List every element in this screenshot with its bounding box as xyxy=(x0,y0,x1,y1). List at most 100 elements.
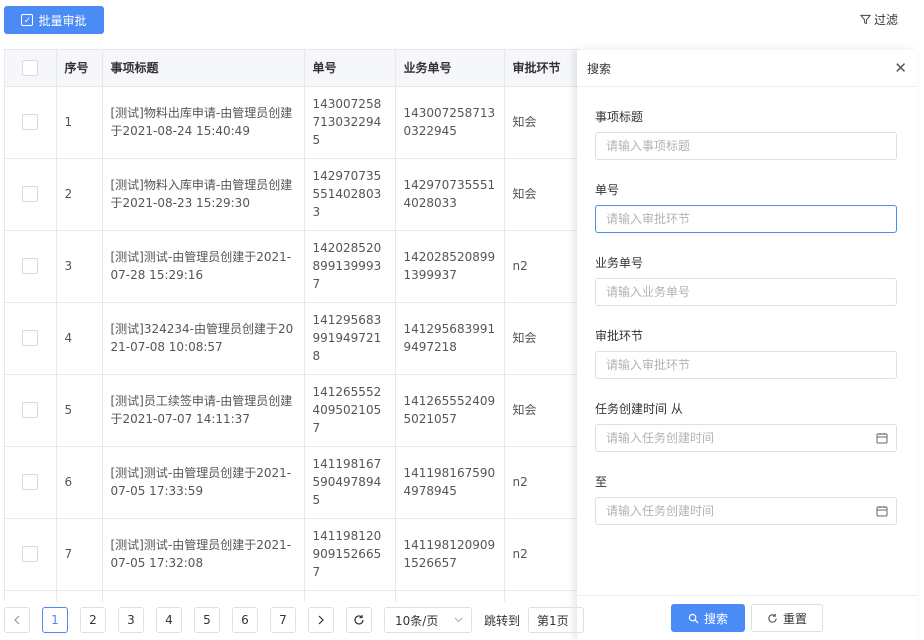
row-checkbox[interactable] xyxy=(22,330,39,346)
cell-biz-no: 1429707355514028033 xyxy=(395,158,505,231)
select-all-checkbox[interactable] xyxy=(22,59,39,76)
reset-button-label: 重置 xyxy=(782,611,807,626)
row-checkbox[interactable] xyxy=(22,546,39,562)
page-button-3[interactable]: 3 xyxy=(118,607,144,633)
created-to-input[interactable] xyxy=(595,497,897,525)
batch-approve-button[interactable]: ✓ 批量审批 xyxy=(4,6,104,34)
column-header-biz-no: 业务单号 xyxy=(395,50,505,87)
page-size-select[interactable]: 10条/页 xyxy=(384,607,472,633)
refresh-icon xyxy=(354,615,364,625)
cell-seq: 3 xyxy=(56,230,103,303)
close-icon[interactable]: ✕ xyxy=(894,60,907,76)
cell-title: [测试]物料入库申请-由管理员创建于2021-08-23 15:29:30 xyxy=(102,158,305,231)
filter-icon xyxy=(859,14,871,25)
cell-step: n2 xyxy=(504,230,579,303)
table-row[interactable]: 6 [测试]测试-由管理员创建于2021-07-05 17:33:59 1411… xyxy=(5,446,579,519)
cell-biz-no: 1412956839919497218 xyxy=(395,302,505,375)
page-button-4[interactable]: 4 xyxy=(156,607,182,633)
page-button-5[interactable]: 5 xyxy=(194,607,220,633)
table-row[interactable]: 5 [测试]员工续签申请-由管理员创建于2021-07-07 14:11:37 … xyxy=(5,374,579,447)
cell-step: n2 xyxy=(504,518,579,591)
row-checkbox[interactable] xyxy=(22,474,39,490)
page-button-1[interactable]: 1 xyxy=(42,607,68,633)
cell-no: 1430072587130322945 xyxy=(304,86,396,159)
page-button-7[interactable]: 7 xyxy=(270,607,296,633)
jump-page-input[interactable]: 第1页 xyxy=(528,607,585,633)
cell-step: 知会 xyxy=(504,86,579,159)
cell-title: [测试]员工续签申请-由管理员创建于2021-07-07 14:11:37 xyxy=(102,374,305,447)
table-row[interactable]: 7 [测试]测试-由管理员创建于2021-07-05 17:32:08 1411… xyxy=(5,518,579,591)
page-size-value: 10条/页 xyxy=(395,613,439,628)
cell-no: 1429707355514028033 xyxy=(304,158,396,231)
search-form: 事项标题 单号 业务单号 审批环节 任务创建时间 从 至 xyxy=(577,108,917,525)
step-field-label: 审批环节 xyxy=(595,329,644,343)
cell-biz-no: 1412655524095021057 xyxy=(395,374,505,447)
cell-seq: 5 xyxy=(56,374,103,447)
column-header-no: 单号 xyxy=(304,50,396,87)
table-row[interactable]: 2 [测试]物料入库申请-由管理员创建于2021-08-23 15:29:30 … xyxy=(5,158,579,231)
prev-page-button[interactable] xyxy=(4,607,30,633)
cell-step: 知会 xyxy=(504,374,579,447)
calendar-icon[interactable] xyxy=(876,505,888,517)
cell-step: 知会 xyxy=(504,158,579,231)
cell-title: [测试]测试-由管理员创建于2021-07-05 17:33:59 xyxy=(102,446,305,519)
cell-step: n2 xyxy=(504,446,579,519)
column-header-step: 审批环节 xyxy=(504,50,579,87)
table-row[interactable]: 4 [测试]324234-由管理员创建于2021-07-08 10:08:57 … xyxy=(5,302,579,375)
chevron-left-icon xyxy=(14,615,20,625)
search-panel: 搜索 ✕ 事项标题 单号 业务单号 审批环节 任务创建时间 从 至 搜索 重置 xyxy=(577,50,917,640)
cell-title: [测试]测试-由管理员创建于2021-07-28 15:29:16 xyxy=(102,230,305,303)
pagination: 1 2 3 4 5 6 7 10条/页 跳转到 第1页 xyxy=(4,606,585,634)
created-from-input[interactable] xyxy=(595,424,897,452)
table-row[interactable] xyxy=(5,590,579,602)
cell-no: 1420285208991399937 xyxy=(304,230,396,303)
created-from-label: 任务创建时间 从 xyxy=(595,402,683,416)
reset-button[interactable]: 重置 xyxy=(751,604,823,632)
cell-seq: 1 xyxy=(56,86,103,159)
cell-title: [测试]324234-由管理员创建于2021-07-08 10:08:57 xyxy=(102,302,305,375)
search-panel-header: 搜索 ✕ xyxy=(577,50,917,87)
page-button-6[interactable]: 6 xyxy=(232,607,258,633)
search-panel-footer: 搜索 重置 xyxy=(577,595,917,640)
table-row[interactable]: 3 [测试]测试-由管理员创建于2021-07-28 15:29:16 1420… xyxy=(5,230,579,303)
filter-button[interactable]: 过滤 xyxy=(859,11,898,28)
cell-title: [测试]测试-由管理员创建于2021-07-05 17:32:08 xyxy=(102,518,305,591)
cell-title: [测试]物料出库申请-由管理员创建于2021-08-24 15:40:49 xyxy=(102,86,305,159)
step-input[interactable] xyxy=(595,351,897,379)
search-panel-title: 搜索 xyxy=(587,61,612,76)
cell-seq: 6 xyxy=(56,446,103,519)
biz-no-field-label: 业务单号 xyxy=(595,256,644,270)
data-table: 序号 事项标题 单号 业务单号 审批环节 1 [测试]物料出库申请-由管理员创建… xyxy=(4,49,579,602)
biz-no-input[interactable] xyxy=(595,278,897,306)
no-input[interactable] xyxy=(595,205,897,233)
jump-label: 跳转到 xyxy=(484,613,521,628)
cell-step: 知会 xyxy=(504,302,579,375)
cell-no: 1411981675904978945 xyxy=(304,446,396,519)
cell-no: 1412956839919497218 xyxy=(304,302,396,375)
title-input[interactable] xyxy=(595,132,897,160)
refresh-button[interactable] xyxy=(346,607,372,633)
select-all-cell[interactable] xyxy=(5,50,57,87)
search-button[interactable]: 搜索 xyxy=(671,604,745,632)
cell-no: 1412655524095021057 xyxy=(304,374,396,447)
cell-seq: 7 xyxy=(56,518,103,591)
cell-biz-no: 1420285208991399937 xyxy=(395,230,505,303)
calendar-icon[interactable] xyxy=(876,432,888,444)
search-icon xyxy=(688,613,699,624)
chevron-down-icon xyxy=(454,617,463,623)
column-header-title: 事项标题 xyxy=(102,50,305,87)
table-row[interactable]: 1 [测试]物料出库申请-由管理员创建于2021-08-24 15:40:49 … xyxy=(5,86,579,159)
chevron-right-icon xyxy=(318,615,324,625)
cell-seq: 4 xyxy=(56,302,103,375)
created-to-label: 至 xyxy=(595,475,608,489)
batch-approve-label: 批量审批 xyxy=(38,13,87,28)
page-button-2[interactable]: 2 xyxy=(80,607,106,633)
table-header-row: 序号 事项标题 单号 业务单号 审批环节 xyxy=(5,50,579,87)
row-checkbox[interactable] xyxy=(22,114,39,130)
row-checkbox[interactable] xyxy=(22,402,39,418)
row-checkbox[interactable] xyxy=(22,258,39,274)
next-page-button[interactable] xyxy=(308,607,334,633)
row-checkbox[interactable] xyxy=(22,186,39,202)
checkbox-icon: ✓ xyxy=(21,14,34,26)
reset-icon xyxy=(768,613,777,623)
